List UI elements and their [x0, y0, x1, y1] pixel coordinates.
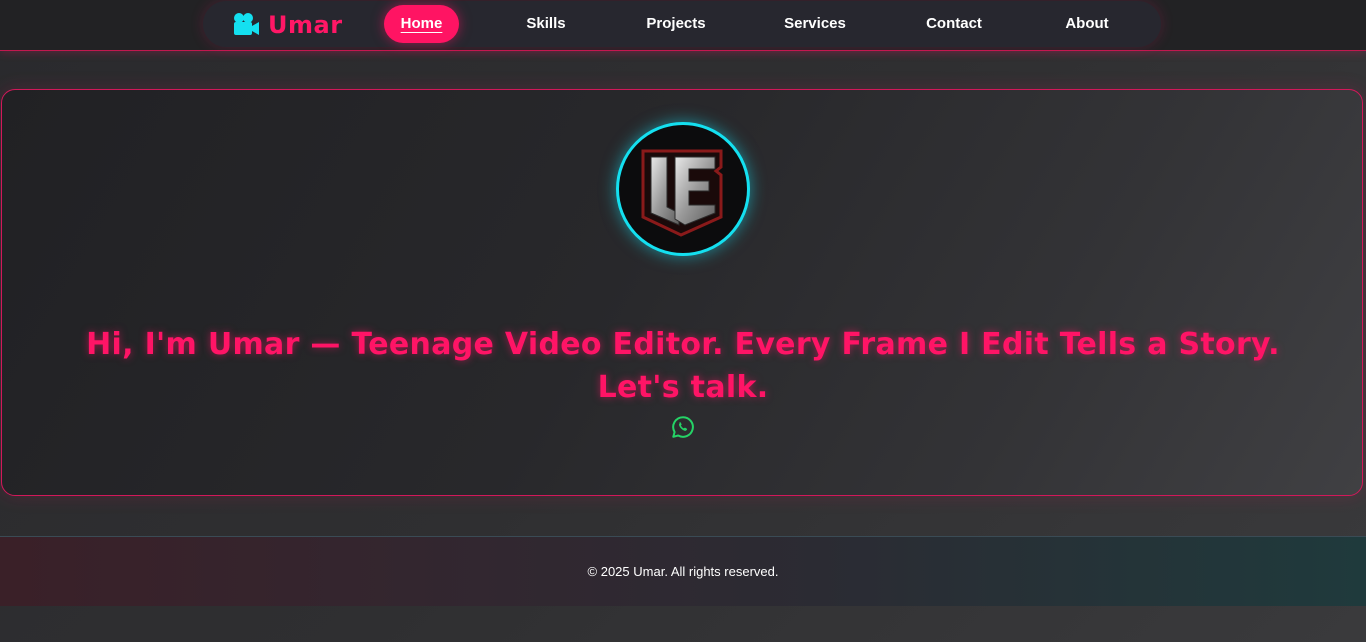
nav-services[interactable]: Services: [778, 5, 852, 43]
nav-about[interactable]: About: [1058, 5, 1116, 43]
brand-logo-link[interactable]: Umar: [232, 10, 343, 40]
profile-avatar: [616, 122, 750, 256]
whatsapp-link[interactable]: [671, 415, 695, 439]
video-camera-icon: [234, 13, 259, 35]
copyright-text: © 2025 Umar. All rights reserved.: [587, 564, 779, 579]
nav-contact[interactable]: Contact: [920, 5, 988, 43]
page-footer: © 2025 Umar. All rights reserved.: [0, 536, 1366, 606]
whatsapp-icon: [672, 416, 694, 438]
hero-headline: Hi, I'm Umar — Teenage Video Editor. Eve…: [60, 323, 1306, 409]
ue-logo-icon: [641, 149, 723, 237]
top-navbar: Umar Home Skills Projects Services Conta…: [0, 0, 1366, 51]
nav-skills[interactable]: Skills: [516, 5, 576, 43]
headline-line-1: Hi, I'm Umar — Teenage Video Editor. Eve…: [86, 327, 1280, 363]
nav-projects[interactable]: Projects: [640, 5, 712, 43]
headline-line-2: Let's talk.: [597, 370, 769, 406]
nav-home[interactable]: Home: [384, 5, 459, 43]
brand-name: Umar: [268, 11, 343, 39]
